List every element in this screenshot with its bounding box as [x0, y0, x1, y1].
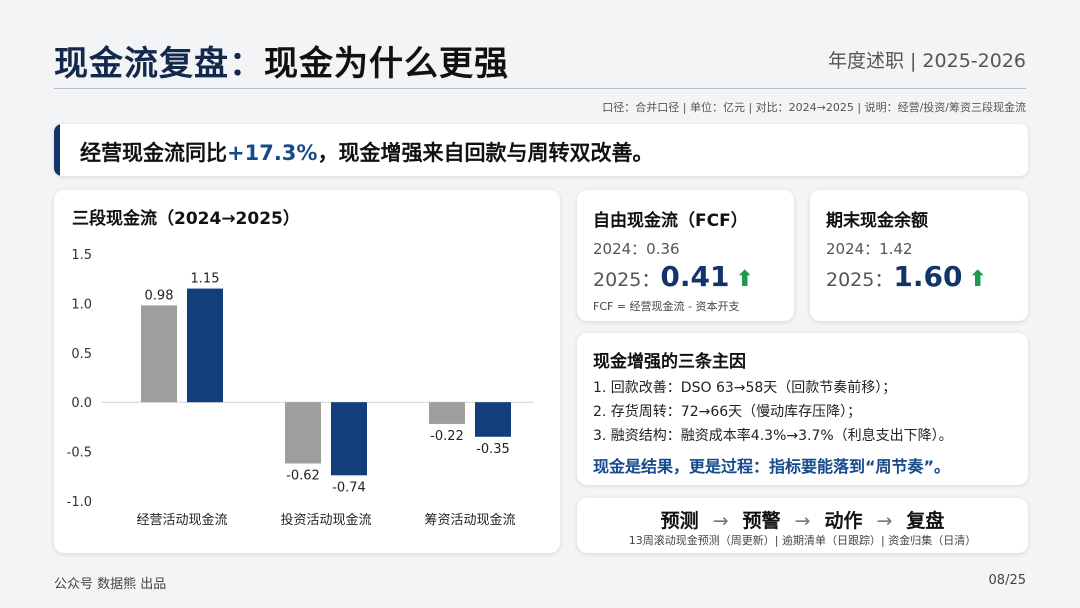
banner-highlight: +17.3% — [227, 141, 318, 165]
banner-suffix: ，现金增强来自回款与周转双改善。 — [317, 141, 654, 165]
flow-arrow: → — [794, 510, 811, 532]
step-action: 动作 — [824, 510, 863, 532]
reason-item-3: 3. 融资结构：融资成本率4.3%→3.7%（利息支出下降）。 — [593, 428, 953, 444]
caliber-note: 口径：合并口径 | 单位：亿元 | 对比：2024→2025 | 说明：经营/投… — [602, 101, 1026, 114]
page-title: 现金流复盘：现金为什么更强 — [54, 36, 509, 85]
y-tick-label: 1.0 — [71, 297, 92, 312]
fcf-prev: 2024：0.36 — [593, 240, 680, 258]
y-tick-label: 0.5 — [71, 347, 92, 362]
y-tick-label: 0.0 — [71, 396, 92, 411]
step-alert: 预警 — [742, 510, 781, 532]
cash-cur-label: 2025： — [826, 269, 894, 291]
fcf-cur-value: 0.41 — [660, 260, 730, 293]
x-category-label: 筹资活动现金流 — [424, 512, 515, 528]
x-category-label: 经营活动现金流 — [136, 512, 227, 528]
page-title-main: 现金流复盘： — [54, 44, 264, 84]
reason-item-1: 1. 回款改善：DSO 63→58天（回款节奏前移）； — [593, 380, 897, 396]
flow-arrow: → — [712, 510, 729, 532]
data-label: -0.35 — [476, 442, 510, 457]
data-label: -0.74 — [332, 480, 366, 495]
fcf-card: 自由现金流（FCF） 2024：0.36 2025：0.41 ⬆ FCF = 经… — [577, 190, 794, 321]
fcf-cur-label: 2025： — [593, 269, 661, 291]
bar-2025 — [331, 402, 367, 476]
data-label: -0.62 — [286, 468, 320, 483]
flow-arrow: → — [876, 510, 893, 532]
bar-2024 — [285, 402, 321, 464]
step-review: 复盘 — [906, 510, 945, 532]
data-label: 0.98 — [145, 288, 174, 303]
bar-2024 — [141, 305, 177, 403]
header-divider — [54, 88, 1026, 89]
chart-title: 三段现金流（2024→2025） — [72, 209, 300, 229]
cash-balance-card: 期末现金余额 2024：1.42 2025：1.60 ⬆ — [810, 190, 1028, 321]
reason-item-2: 2. 存货周转：72→66天（慢动库存压降）； — [593, 404, 862, 420]
page-title-rest: 现金为什么更强 — [264, 44, 509, 84]
fcf-title: 自由现金流（FCF） — [593, 211, 748, 231]
bar-2024 — [429, 402, 465, 424]
bar-2025 — [475, 402, 511, 437]
banner-accent-bar — [54, 124, 60, 176]
reasons-title: 现金增强的三条主因 — [593, 352, 746, 372]
banner-prefix: 经营现金流同比 — [80, 141, 227, 165]
footer-credit: 公众号 数据熊 出品 — [54, 577, 167, 592]
process-steps: 预测 → 预警 → 动作 → 复盘 — [577, 506, 1028, 533]
up-arrow-icon: ⬆ — [735, 267, 754, 292]
cashflow-chart-card: 1.5 1.0 0.5 0.0 -0.5 -1.0 0.98 1.15 经营活动现金流 -0.62… — [54, 190, 560, 553]
fcf-current: 2025：0.41 ⬆ — [593, 260, 754, 293]
cash-prev: 2024：1.42 — [826, 240, 913, 258]
fcf-formula: FCF = 经营现金流 - 资本开支 — [593, 300, 740, 313]
process-flow-card: 预测 → 预警 → 动作 → 复盘 13周滚动现金预测（周更新）| 逾期清单（日跟踪）| 资… — [577, 498, 1028, 553]
report-period: 年度述职 | 2025-2026 — [827, 50, 1026, 72]
up-arrow-icon: ⬆ — [968, 267, 987, 292]
key-message-banner: 经营现金流同比+17.3%，现金增强来自回款与周转双改善。 — [54, 124, 1028, 176]
y-tick-label: -1.0 — [67, 495, 92, 510]
x-category-label: 投资活动现金流 — [280, 512, 371, 528]
y-tick-label: -0.5 — [67, 446, 92, 461]
banner-text: 经营现金流同比+17.3%，现金增强来自回款与周转双改善。 — [80, 137, 653, 167]
reasons-card: 现金增强的三条主因 1. 回款改善：DSO 63→58天（回款节奏前移）； 2.… — [577, 333, 1028, 485]
page-number: 08/25 — [988, 573, 1026, 588]
process-subtext: 13周滚动现金预测（周更新）| 逾期清单（日跟踪）| 资金归集（日清） — [628, 534, 977, 547]
cash-current: 2025：1.60 ⬆ — [826, 260, 987, 293]
cash-title: 期末现金余额 — [826, 211, 928, 231]
data-label: -0.22 — [430, 429, 464, 444]
y-tick-label: 1.5 — [71, 248, 92, 263]
reasons-conclusion: 现金是结果，更是过程：指标要能落到“周节奏”。 — [593, 457, 951, 476]
step-forecast: 预测 — [660, 510, 699, 532]
bar-2025 — [187, 288, 223, 403]
data-label: 1.15 — [191, 272, 220, 287]
cashflow-bar-chart: 1.5 1.0 0.5 0.0 -0.5 -1.0 0.98 1.15 经营活动现金流 -0.62… — [67, 248, 534, 528]
cash-cur-value: 1.60 — [893, 260, 963, 293]
